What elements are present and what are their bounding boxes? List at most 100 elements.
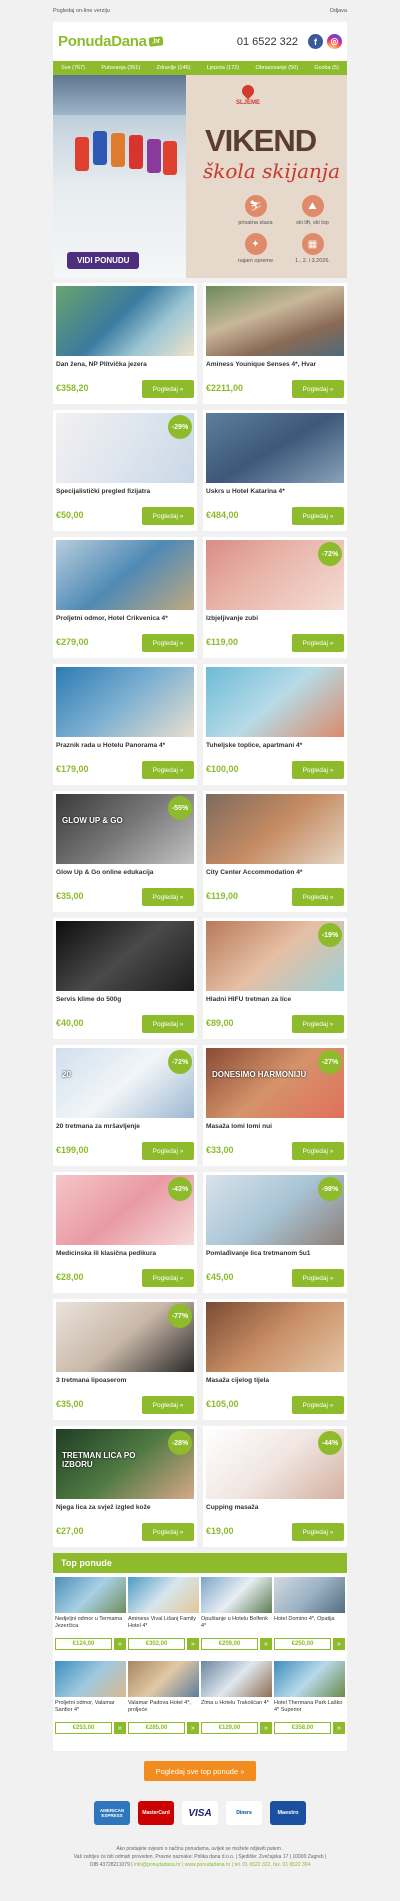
offer-card[interactable]: -29% Specijalistički pregled fizijatra €… — [53, 410, 197, 531]
offer-card[interactable]: -43% Medicinska ili klasična pedikura €2… — [53, 1172, 197, 1293]
top-offer-title[interactable]: Proljetni odmor, Valamar Sanfior 4* — [55, 1700, 126, 1714]
offer-image[interactable]: 20 -72% — [56, 1048, 194, 1118]
offer-image[interactable]: -77% — [56, 1302, 194, 1372]
offer-title[interactable]: Cupping masaža — [206, 1504, 344, 1514]
top-offer-card[interactable]: Valamar Padova Hotel 4*, proljeće €285,0… — [128, 1661, 199, 1739]
hero-banner[interactable]: SLJEME VIKEND škola skijanja ⛷ privatna s… — [53, 75, 347, 278]
top-offer-arrow-button[interactable]: » — [187, 1638, 199, 1650]
offer-title[interactable]: Aminess Younique Senses 4*, Hvar — [206, 361, 344, 371]
offer-card[interactable]: Uskrs u Hotel Katarina 4* €484,00 Pogled… — [203, 410, 347, 531]
offer-card[interactable]: -98% Pomlađivanje lica tretmanom 5u1 €45… — [203, 1172, 347, 1293]
view-offer-button[interactable]: Pogledaj » — [292, 888, 344, 906]
offer-image[interactable] — [56, 540, 194, 610]
offer-card[interactable]: Servis klime do 500g €40,00 Pogledaj » — [53, 918, 197, 1039]
top-offer-title[interactable]: Nedjeljni odmor u Termama Jezerčica — [55, 1616, 126, 1630]
view-offer-button[interactable]: Pogledaj » — [292, 1269, 344, 1287]
facebook-icon[interactable]: f — [308, 34, 323, 49]
offer-title[interactable]: Uskrs u Hotel Katarina 4* — [206, 488, 344, 498]
view-offer-button[interactable]: Pogledaj » — [142, 1015, 194, 1033]
top-offer-card[interactable]: Zima u Hotelu Trakošćan 4* €129,00 » — [201, 1661, 272, 1739]
offer-title[interactable]: Hladni HIFU tretman za lice — [206, 996, 344, 1006]
top-offer-arrow-button[interactable]: » — [260, 1638, 272, 1650]
offer-title[interactable]: Pomlađivanje lica tretmanom 5u1 — [206, 1250, 344, 1260]
offer-image[interactable]: -19% — [206, 921, 344, 991]
top-offer-card[interactable]: Hotel Thermana Park Laško 4* Superior €3… — [274, 1661, 345, 1739]
top-offer-image[interactable] — [274, 1577, 345, 1613]
view-offer-button[interactable]: Pogledaj » — [142, 1523, 194, 1541]
top-offer-title[interactable]: Hotel Domino 4*, Opatija — [274, 1616, 345, 1630]
offer-image[interactable]: -72% — [206, 540, 344, 610]
offer-card[interactable]: -19% Hladni HIFU tretman za lice €89,00 … — [203, 918, 347, 1039]
offer-image[interactable]: TRETMAN LICA PO IZBORU -28% — [56, 1429, 194, 1499]
offer-card[interactable]: Masaža cijelog tijela €105,00 Pogledaj » — [203, 1299, 347, 1420]
view-offer-button[interactable]: Pogledaj » — [292, 634, 344, 652]
offer-card[interactable]: TRETMAN LICA PO IZBORU -28% Njega lica z… — [53, 1426, 197, 1547]
offer-card[interactable]: DONESIMO HARMONIJU -27% Masaža lomi lomi… — [203, 1045, 347, 1166]
nav-item-gozba[interactable]: Gozba (5) — [314, 65, 338, 71]
offer-image[interactable]: DONESIMO HARMONIJU -27% — [206, 1048, 344, 1118]
view-offer-button[interactable]: Pogledaj » — [292, 1015, 344, 1033]
view-offer-button[interactable]: Pogledaj » — [292, 1142, 344, 1160]
online-version-link[interactable]: Pogledaj on-line verziju — [53, 8, 110, 14]
top-offer-image[interactable] — [128, 1661, 199, 1697]
unsubscribe-link[interactable]: Odjava — [330, 8, 347, 14]
top-offer-card[interactable]: Hotel Domino 4*, Opatija €250,00 » — [274, 1577, 345, 1655]
offer-image[interactable]: -29% — [56, 413, 194, 483]
top-offer-arrow-button[interactable]: » — [187, 1722, 199, 1734]
view-offer-button[interactable]: Pogledaj » — [142, 888, 194, 906]
hero-cta-button[interactable]: VIDI PONUDU — [67, 252, 140, 269]
offer-card[interactable]: -72% Izbjeljivanje zubi €119,00 Pogledaj… — [203, 537, 347, 658]
offer-title[interactable]: Glow Up & Go online edukacija — [56, 869, 194, 879]
offer-title[interactable]: Masaža cijelog tijela — [206, 1377, 344, 1387]
nav-item-obrazovanje[interactable]: Obrazovanje (50) — [256, 65, 299, 71]
offer-title[interactable]: Proljetni odmor, Hotel Crikvenica 4* — [56, 615, 194, 625]
offer-card[interactable]: -44% Cupping masaža €19,00 Pogledaj » — [203, 1426, 347, 1547]
nav-item-putovanja[interactable]: Putovanja (361) — [101, 65, 140, 71]
top-offer-arrow-button[interactable]: » — [114, 1638, 126, 1650]
offer-card[interactable]: Proljetni odmor, Hotel Crikvenica 4* €27… — [53, 537, 197, 658]
offer-card[interactable]: Tuheljske toplice, apartmani 4* €100,00 … — [203, 664, 347, 785]
top-offer-image[interactable] — [201, 1661, 272, 1697]
view-offer-button[interactable]: Pogledaj » — [292, 1396, 344, 1414]
offer-card[interactable]: City Center Accommodation 4* €119,00 Pog… — [203, 791, 347, 912]
logo[interactable]: PonudaDana .hr — [58, 33, 164, 50]
offer-card[interactable]: Dan žena, NP Plitvička jezera €358,20 Po… — [53, 283, 197, 404]
offer-title[interactable]: Medicinska ili klasična pedikura — [56, 1250, 194, 1260]
instagram-icon[interactable]: ◎ — [327, 34, 342, 49]
view-offer-button[interactable]: Pogledaj » — [292, 380, 344, 398]
top-offer-arrow-button[interactable]: » — [333, 1722, 345, 1734]
top-offer-card[interactable]: Opuštanje u Hotelu Bolfenk 4* €209,00 » — [201, 1577, 272, 1655]
offer-title[interactable]: Praznik rada u Hotelu Panorama 4* — [56, 742, 194, 752]
offer-image[interactable]: -98% — [206, 1175, 344, 1245]
view-offer-button[interactable]: Pogledaj » — [292, 761, 344, 779]
offer-title[interactable]: City Center Accommodation 4* — [206, 869, 344, 879]
offer-image[interactable] — [206, 1302, 344, 1372]
offer-title[interactable]: Tuheljske toplice, apartmani 4* — [206, 742, 344, 752]
top-offer-card[interactable]: Proljetni odmor, Valamar Sanfior 4* €253… — [55, 1661, 126, 1739]
top-offer-title[interactable]: Hotel Thermana Park Laško 4* Superior — [274, 1700, 345, 1714]
offer-title[interactable]: Specijalistički pregled fizijatra — [56, 488, 194, 498]
top-offer-title[interactable]: Zima u Hotelu Trakošćan 4* — [201, 1700, 272, 1714]
top-offer-title[interactable]: Aminess Vival Lišanj Family Hotel 4* — [128, 1616, 199, 1630]
offer-title[interactable]: Izbjeljivanje zubi — [206, 615, 344, 625]
nav-item-zdravlje[interactable]: Zdravlje (146) — [157, 65, 191, 71]
footer-contact-links[interactable]: info@ponudadana.hr | www.ponudadana.hr |… — [134, 1862, 310, 1868]
top-offer-image[interactable] — [55, 1577, 126, 1613]
offer-card[interactable]: Aminess Younique Senses 4*, Hvar €2211,0… — [203, 283, 347, 404]
offer-card[interactable]: -77% 3 tretmana lipoaserom €35,00 Pogled… — [53, 1299, 197, 1420]
view-offer-button[interactable]: Pogledaj » — [142, 380, 194, 398]
nav-item-ljepota[interactable]: Ljepota (172) — [207, 65, 239, 71]
offer-title[interactable]: Njega lica za svjež izgled kože — [56, 1504, 194, 1514]
view-offer-button[interactable]: Pogledaj » — [142, 634, 194, 652]
offer-image[interactable]: GLOW UP & GO -55% — [56, 794, 194, 864]
top-offer-arrow-button[interactable]: » — [333, 1638, 345, 1650]
offer-title[interactable]: 3 tretmana lipoaserom — [56, 1377, 194, 1387]
offer-image[interactable] — [206, 667, 344, 737]
view-offer-button[interactable]: Pogledaj » — [142, 1269, 194, 1287]
offer-image[interactable]: -44% — [206, 1429, 344, 1499]
view-offer-button[interactable]: Pogledaj » — [292, 507, 344, 525]
top-offer-image[interactable] — [201, 1577, 272, 1613]
offer-card[interactable]: Praznik rada u Hotelu Panorama 4* €179,0… — [53, 664, 197, 785]
top-offer-image[interactable] — [55, 1661, 126, 1697]
all-top-offers-button[interactable]: Pogledaj sve top ponude » — [144, 1761, 256, 1781]
